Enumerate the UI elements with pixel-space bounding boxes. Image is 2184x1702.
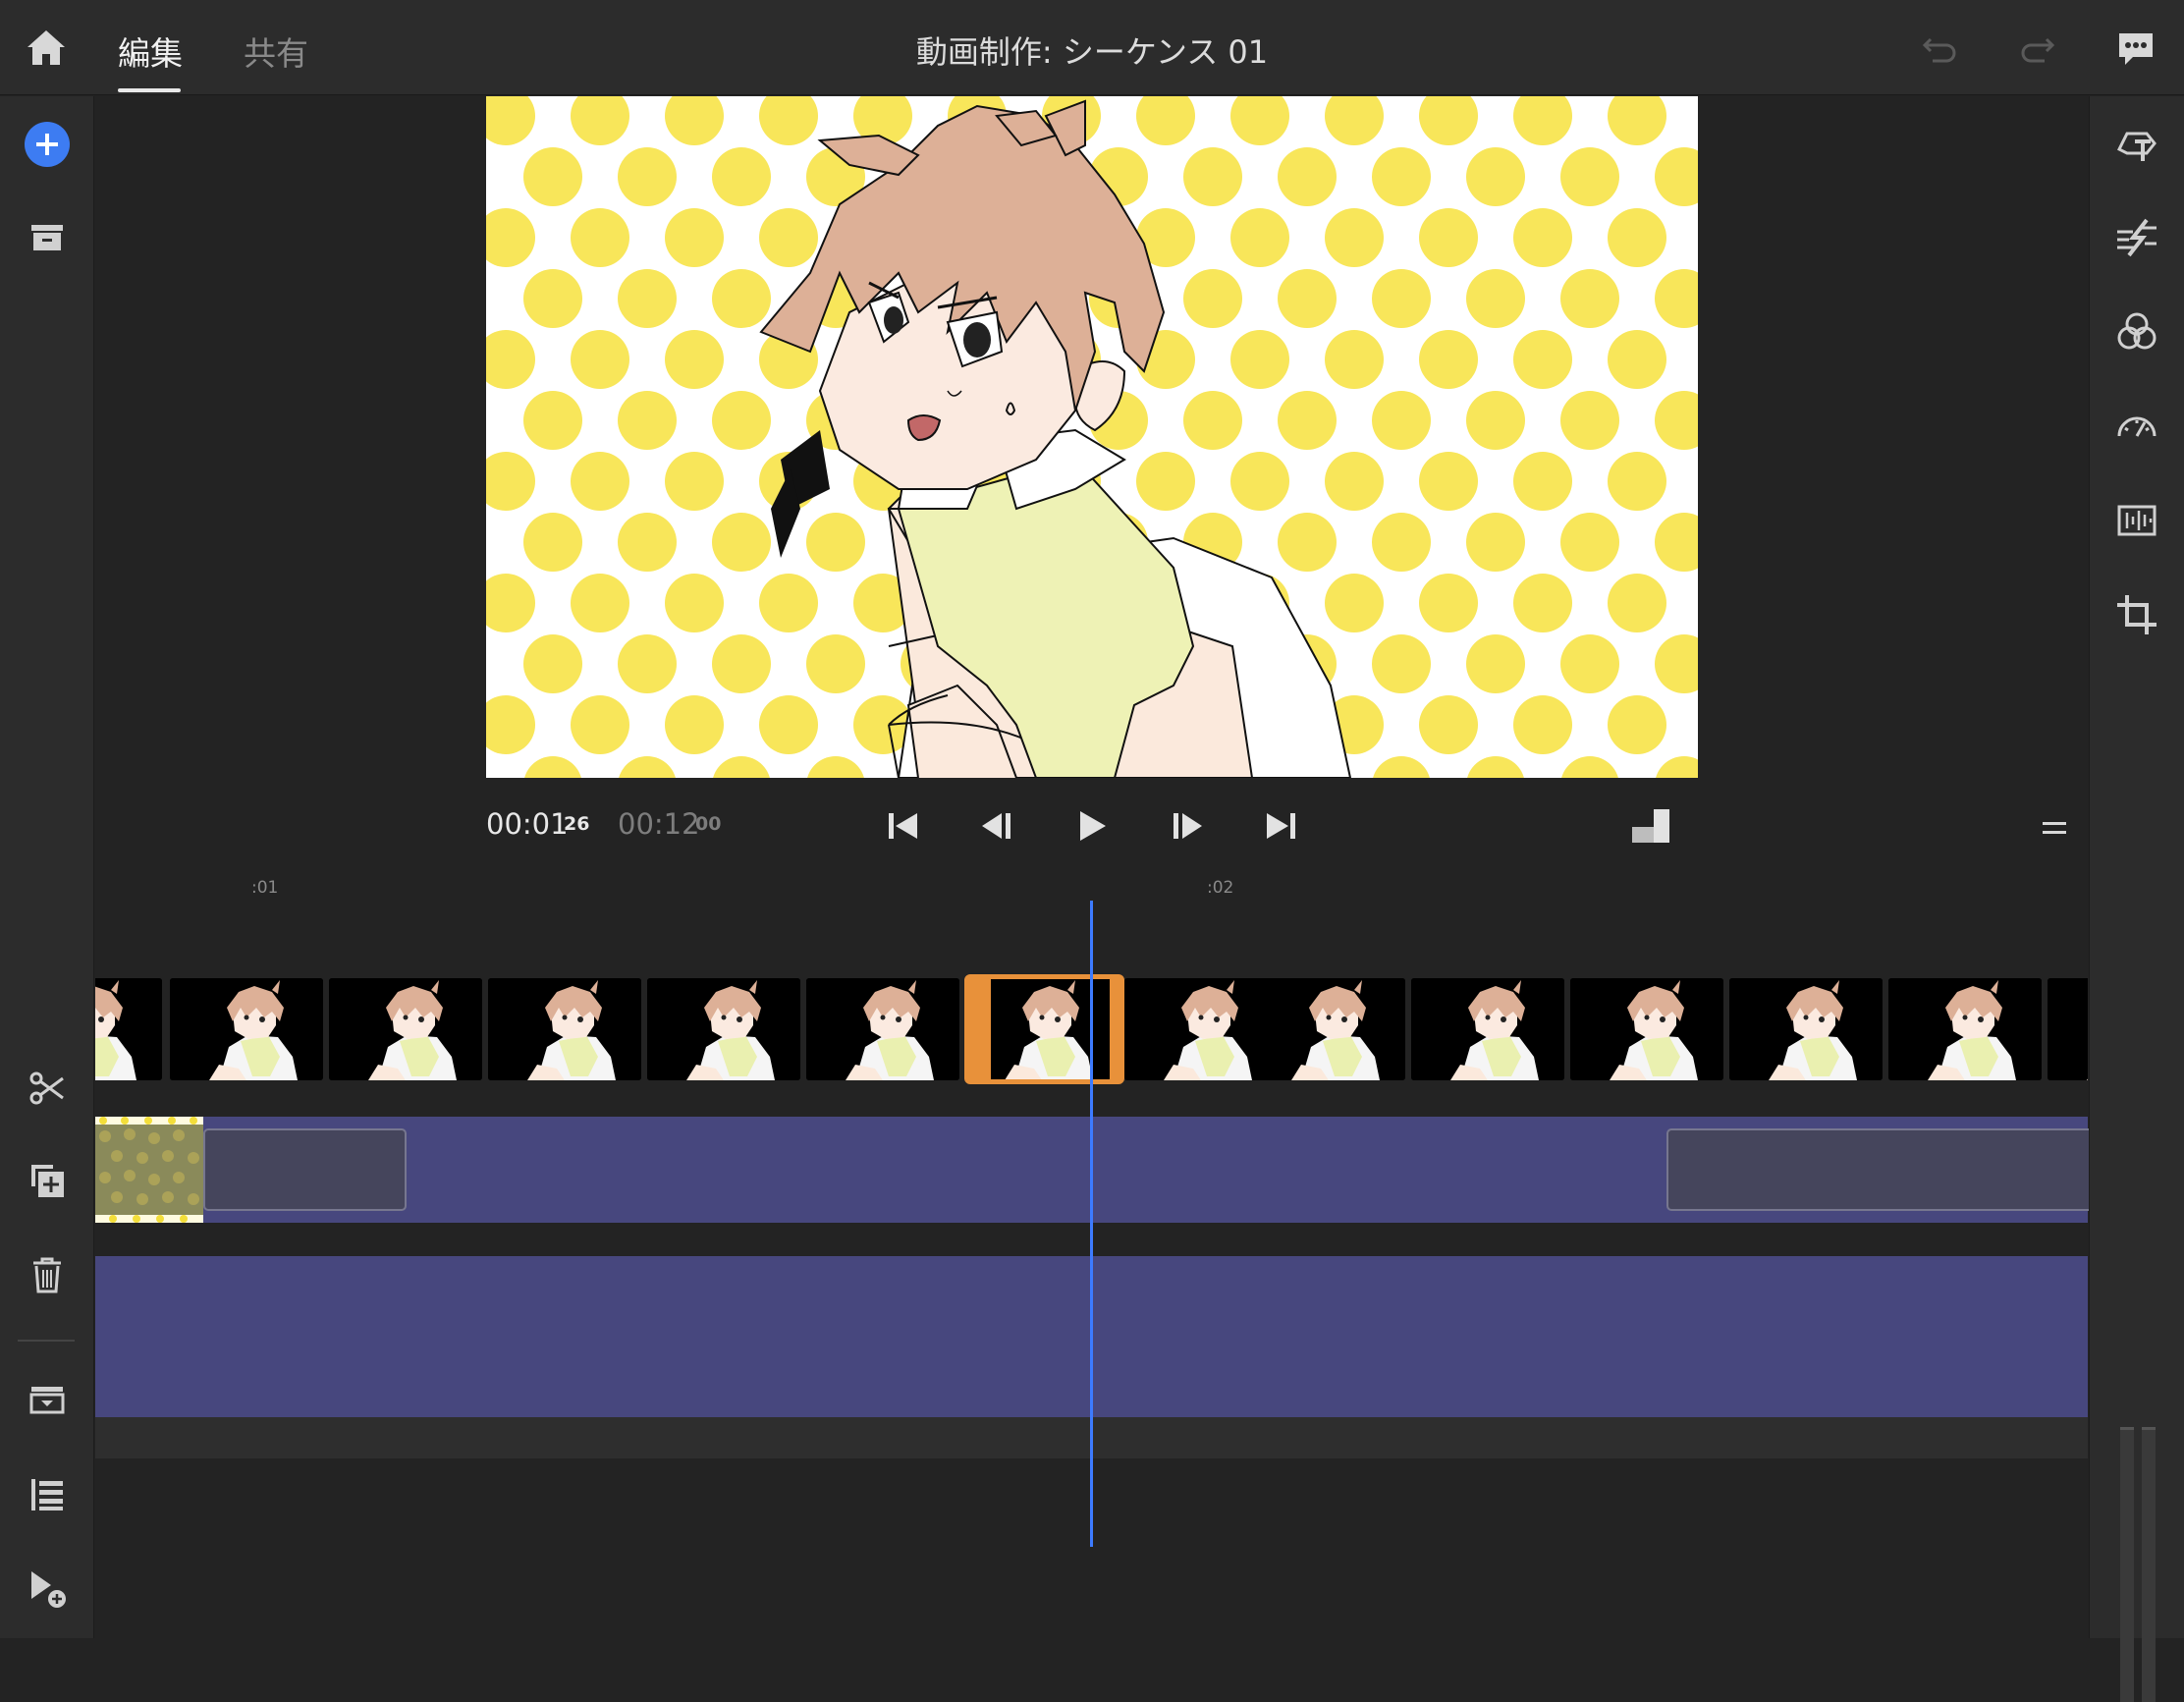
current-timecode-frames: 26	[564, 813, 590, 835]
delete-icon[interactable]	[24, 1251, 71, 1298]
home-icon[interactable]	[24, 26, 69, 71]
video-frame-thumbnail	[1888, 978, 2042, 1080]
clip-trim-handle-right[interactable]	[1110, 979, 1119, 1079]
go-to-start-icon[interactable]	[882, 805, 925, 847]
video-frame-thumbnail	[647, 978, 800, 1080]
undo-icon[interactable]	[1917, 26, 1962, 71]
step-back-icon[interactable]	[976, 805, 1019, 847]
step-forward-icon[interactable]	[1165, 805, 1208, 847]
left-toolbar	[0, 96, 94, 1638]
play-icon[interactable]	[1070, 805, 1114, 847]
video-frame-thumbnail	[806, 978, 959, 1080]
ruler-label-1: :01	[251, 878, 279, 898]
video-frame-thumbnail	[329, 978, 482, 1080]
total-duration: 00:12	[618, 807, 700, 841]
video-frame-thumbnail	[1729, 978, 1883, 1080]
comment-icon[interactable]	[2113, 26, 2158, 71]
title-clip-2[interactable]	[1666, 1128, 2089, 1211]
title-icon[interactable]	[2113, 120, 2160, 167]
project-title: 動画制作: シーケンス 01	[915, 33, 1269, 71]
redo-icon[interactable]	[2015, 26, 2060, 71]
video-frame-thumbnail	[170, 978, 323, 1080]
fullscreen-icon[interactable]	[1628, 805, 1673, 847]
right-toolbar	[2089, 96, 2184, 1702]
top-bar: 編集 共有 動画制作: シーケンス 01	[0, 0, 2184, 95]
track-options-icon[interactable]	[24, 1377, 71, 1424]
speed-icon[interactable]	[2113, 403, 2160, 450]
transitions-icon[interactable]	[2113, 214, 2160, 261]
ruler-label-2: :02	[1207, 878, 1234, 898]
color-icon[interactable]	[2113, 308, 2160, 356]
tab-share[interactable]: 共有	[244, 27, 308, 75]
crop-icon[interactable]	[2113, 591, 2160, 638]
video-frame-thumbnail	[95, 978, 162, 1080]
audio-icon[interactable]	[2113, 497, 2160, 544]
total-duration-frames: 00	[695, 813, 722, 835]
split-scissors-icon[interactable]	[24, 1065, 71, 1112]
add-media-icon[interactable]	[24, 121, 71, 168]
archive-icon[interactable]	[24, 215, 71, 262]
panel-menu-icon[interactable]	[2041, 819, 2068, 839]
video-frame-thumbnail	[488, 978, 641, 1080]
clip-trim-handle-left[interactable]	[969, 979, 991, 1079]
video-preview[interactable]	[486, 96, 1698, 778]
selected-clip[interactable]	[964, 974, 1124, 1084]
video-frame-thumbnail	[2048, 978, 2088, 1080]
go-to-end-icon[interactable]	[1259, 805, 1302, 847]
current-timecode: 00:01	[486, 807, 569, 841]
add-to-timeline-icon[interactable]	[24, 1565, 71, 1613]
title-clip-1[interactable]	[203, 1128, 407, 1211]
tab-edit[interactable]: 編集	[118, 27, 183, 75]
audio-level-meter-left	[2120, 1427, 2134, 1702]
video-frame-thumbnail	[1570, 978, 1723, 1080]
video-frame-thumbnail	[1252, 978, 1405, 1080]
video-frame-thumbnail	[1411, 978, 1564, 1080]
duplicate-icon[interactable]	[24, 1157, 71, 1204]
rail-divider	[18, 1340, 75, 1342]
active-tab-indicator	[118, 88, 181, 92]
overlay-clip-thumbnail[interactable]	[95, 1117, 203, 1223]
audio-level-meter-right	[2142, 1427, 2156, 1702]
align-icon[interactable]	[24, 1471, 71, 1518]
playhead[interactable]	[1090, 901, 1093, 1547]
